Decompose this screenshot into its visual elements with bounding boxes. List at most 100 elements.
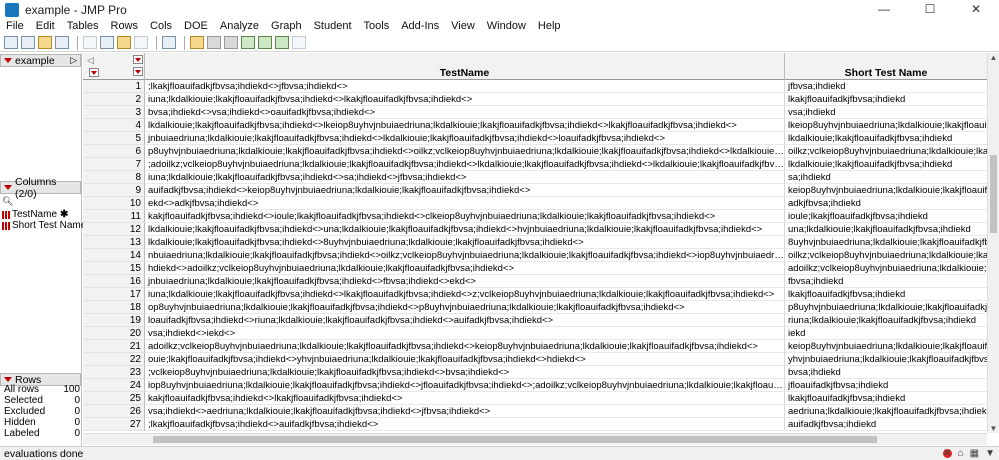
row-number[interactable]: 27: [83, 418, 145, 431]
column-header-short-test-name[interactable]: Short Test Name: [785, 53, 987, 80]
column-search-icon[interactable]: 🔍︎: [2, 196, 13, 207]
lock-icon[interactable]: [134, 36, 148, 49]
cell-testname[interactable]: jnbuiaedriuna;lkdalkiouie;lkakjfloauifad…: [145, 275, 785, 288]
row-number[interactable]: 26: [83, 405, 145, 418]
cell-short-test-name[interactable]: oilkz;vclkeiop8uyhvjnbuiaedriuna;lkdalki…: [785, 249, 987, 262]
row-number[interactable]: 1: [83, 80, 145, 93]
cell-short-test-name[interactable]: bvsa;ihdiekd: [785, 366, 987, 379]
vertical-scrollbar[interactable]: ▲ ▼: [987, 53, 999, 433]
menu-tables[interactable]: Tables: [61, 19, 105, 34]
cell-testname[interactable]: iuna;lkdalkiouie;lkakjfloauifadkjfbvsa;i…: [145, 171, 785, 184]
cell-short-test-name[interactable]: auifadkjfbvsa;ihdiekd: [785, 418, 987, 431]
cell-short-test-name[interactable]: aedriuna;lkdalkiouie;lkakjfloauifadkjfbv…: [785, 405, 987, 418]
scroll-down-icon[interactable]: ▼: [988, 424, 999, 433]
row-number[interactable]: 9: [83, 184, 145, 197]
menu-analyze[interactable]: Analyze: [214, 19, 265, 34]
cell-testname[interactable]: ;lkakjfloauifadkjfbvsa;ihdiekd<>jfbvsa;i…: [145, 80, 785, 93]
cell-testname[interactable]: lkdalkiouie;lkakjfloauifadkjfbvsa;ihdiek…: [145, 223, 785, 236]
cell-testname[interactable]: kakjfloauifadkjfbvsa;ihdiekd<>lkakjfloau…: [145, 392, 785, 405]
table-icon[interactable]: [190, 36, 204, 49]
home-icon[interactable]: ⌂: [958, 448, 964, 459]
table-row[interactable]: 22 ouie;lkakjfloauifadkjfbvsa;ihdiekd<>yh…: [83, 353, 987, 366]
row-number[interactable]: 13: [83, 236, 145, 249]
cut-icon[interactable]: [83, 36, 97, 49]
cell-testname[interactable]: ouie;lkakjfloauifadkjfbvsa;ihdiekd<>yhvj…: [145, 353, 785, 366]
table-row[interactable]: 14 nbuiaedriuna;lkdalkiouie;lkakjfloauifa…: [83, 249, 987, 262]
table-row[interactable]: 1 ;lkakjfloauifadkjfbvsa;ihdiekd<>jfbvsa;…: [83, 80, 987, 93]
table-row[interactable]: 19 loauifadkjfbvsa;ihdiekd<>riuna;lkdalki…: [83, 314, 987, 327]
table-row[interactable]: 8 iuna;lkdalkiouie;lkakjfloauifadkjfbvsa;…: [83, 171, 987, 184]
cell-testname[interactable]: bvsa;ihdiekd<>vsa;ihdiekd<>oauifadkjfbvs…: [145, 106, 785, 119]
search-icon[interactable]: [162, 36, 176, 49]
cell-short-test-name[interactable]: lkdalkiouie;lkakjfloauifadkjfbvsa;ihdiek…: [785, 158, 987, 171]
menu-graph[interactable]: Graph: [265, 19, 308, 34]
horizontal-scroll-thumb[interactable]: [153, 436, 877, 443]
cell-short-test-name[interactable]: p8uyhvjnbuiaedriuna;lkdalkiouie;lkakjflo…: [785, 301, 987, 314]
table-row[interactable]: 7 ;adoilkz;vclkeiop8uyhvjnbuiaedriuna;lkd…: [83, 158, 987, 171]
column-item-short-test-name[interactable]: Short Test Name: [2, 220, 86, 231]
cell-testname[interactable]: nbuiaedriuna;lkdalkiouie;lkakjfloauifadk…: [145, 249, 785, 262]
row-number[interactable]: 21: [83, 340, 145, 353]
cell-short-test-name[interactable]: jfbvsa;ihdiekd: [785, 80, 987, 93]
cell-short-test-name[interactable]: adkjfbvsa;ihdiekd: [785, 197, 987, 210]
row-number[interactable]: 18: [83, 301, 145, 314]
columns-panel-header[interactable]: Columns (2/0): [0, 176, 81, 200]
table-row[interactable]: 25 kakjfloauifadkjfbvsa;ihdiekd<>lkakjflo…: [83, 392, 987, 405]
table-row[interactable]: 9 auifadkjfbvsa;ihdiekd<>keiop8uyhvjnbuia…: [83, 184, 987, 197]
row-number[interactable]: 2: [83, 93, 145, 106]
rows-red-triangle-icon[interactable]: [4, 377, 12, 382]
grid-icon[interactable]: [207, 36, 221, 49]
row-number[interactable]: 23: [83, 366, 145, 379]
row-number[interactable]: 3: [83, 106, 145, 119]
table-row[interactable]: 2 iuna;lkdalkiouie;lkakjfloauifadkjfbvsa;…: [83, 93, 987, 106]
cell-short-test-name[interactable]: yhvjnbuiaedriuna;lkdalkiouie;lkakjfloaui…: [785, 353, 987, 366]
cell-testname[interactable]: vsa;ihdiekd<>iekd<>: [145, 327, 785, 340]
row-number[interactable]: 22: [83, 353, 145, 366]
row-number[interactable]: 14: [83, 249, 145, 262]
cell-short-test-name[interactable]: keiop8uyhvjnbuiaedriuna;lkdalkiouie;lkak…: [785, 340, 987, 353]
cell-testname[interactable]: loauifadkjfbvsa;ihdiekd<>riuna;lkdalkiou…: [145, 314, 785, 327]
row-number[interactable]: 16: [83, 275, 145, 288]
row-number[interactable]: 20: [83, 327, 145, 340]
fit-y-by-x-icon[interactable]: [258, 36, 272, 49]
error-icon[interactable]: ✕: [942, 449, 952, 459]
cell-testname[interactable]: iuna;lkdalkiouie;lkakjfloauifadkjfbvsa;i…: [145, 93, 785, 106]
cell-short-test-name[interactable]: jfloauifadkjfbvsa;ihdiekd: [785, 379, 987, 392]
row-number[interactable]: 24: [83, 379, 145, 392]
table-row[interactable]: 13 lkdalkiouie;lkakjfloauifadkjfbvsa;ihdi…: [83, 236, 987, 249]
table-row[interactable]: 16 jnbuiaedriuna;lkdalkiouie;lkakjfloauif…: [83, 275, 987, 288]
cell-short-test-name[interactable]: sa;ihdiekd: [785, 171, 987, 184]
cell-short-test-name[interactable]: lkakjfloauifadkjfbvsa;ihdiekd: [785, 288, 987, 301]
row-number[interactable]: 8: [83, 171, 145, 184]
cell-testname[interactable]: ;adoilkz;vclkeiop8uyhvjnbuiaedriuna;lkda…: [145, 158, 785, 171]
cell-short-test-name[interactable]: lkeiop8uyhvjnbuiaedriuna;lkdalkiouie;lka…: [785, 119, 987, 132]
cell-testname[interactable]: auifadkjfbvsa;ihdiekd<>keiop8uyhvjnbuiae…: [145, 184, 785, 197]
table-row[interactable]: 6 p8uyhvjnbuiaedriuna;lkdalkiouie;lkakjfl…: [83, 145, 987, 158]
graph-builder-icon[interactable]: [275, 36, 289, 49]
cell-testname[interactable]: lkdalkiouie;lkakjfloauifadkjfbvsa;ihdiek…: [145, 119, 785, 132]
table-row[interactable]: 17 iuna;lkdalkiouie;lkakjfloauifadkjfbvsa…: [83, 288, 987, 301]
cell-short-test-name[interactable]: lkdalkiouie;lkakjfloauifadkjfbvsa;ihdiek…: [785, 132, 987, 145]
menu-window[interactable]: Window: [481, 19, 532, 34]
cell-testname[interactable]: lkdalkiouie;lkakjfloauifadkjfbvsa;ihdiek…: [145, 236, 785, 249]
collapse-arrow-icon[interactable]: ▷: [70, 55, 77, 66]
table-row[interactable]: 11 kakjfloauifadkjfbvsa;ihdiekd<>ioule;lk…: [83, 210, 987, 223]
menu-rows[interactable]: Rows: [105, 19, 145, 34]
table-row[interactable]: 12 lkdalkiouie;lkakjfloauifadkjfbvsa;ihdi…: [83, 223, 987, 236]
cell-short-test-name[interactable]: oilkz;vclkeiop8uyhvjnbuiaedriuna;lkdalki…: [785, 145, 987, 158]
new-data-table-icon[interactable]: [4, 36, 18, 49]
dropdown-arrow-icon[interactable]: ▼: [985, 448, 995, 459]
table-row[interactable]: 27 ;lkakjfloauifadkjfbvsa;ihdiekd<>auifad…: [83, 418, 987, 431]
vertical-scroll-thumb[interactable]: [990, 155, 997, 233]
paste-icon[interactable]: [117, 36, 131, 49]
table-row[interactable]: 23 ;vclkeiop8uyhvjnbuiaedriuna;lkdalkioui…: [83, 366, 987, 379]
cell-testname[interactable]: op8uyhvjnbuiaedriuna;lkdalkiouie;lkakjfl…: [145, 301, 785, 314]
cell-short-test-name[interactable]: vsa;ihdiekd: [785, 106, 987, 119]
menu-edit[interactable]: Edit: [30, 19, 61, 34]
cell-testname[interactable]: ;lkakjfloauifadkjfbvsa;ihdiekd<>auifadkj…: [145, 418, 785, 431]
table-red-triangle-icon[interactable]: [4, 58, 12, 63]
open-file-icon[interactable]: [38, 36, 52, 49]
row-number[interactable]: 25: [83, 392, 145, 405]
column-item-testname[interactable]: TestName ✱: [2, 209, 68, 220]
menu-student[interactable]: Student: [308, 19, 358, 34]
